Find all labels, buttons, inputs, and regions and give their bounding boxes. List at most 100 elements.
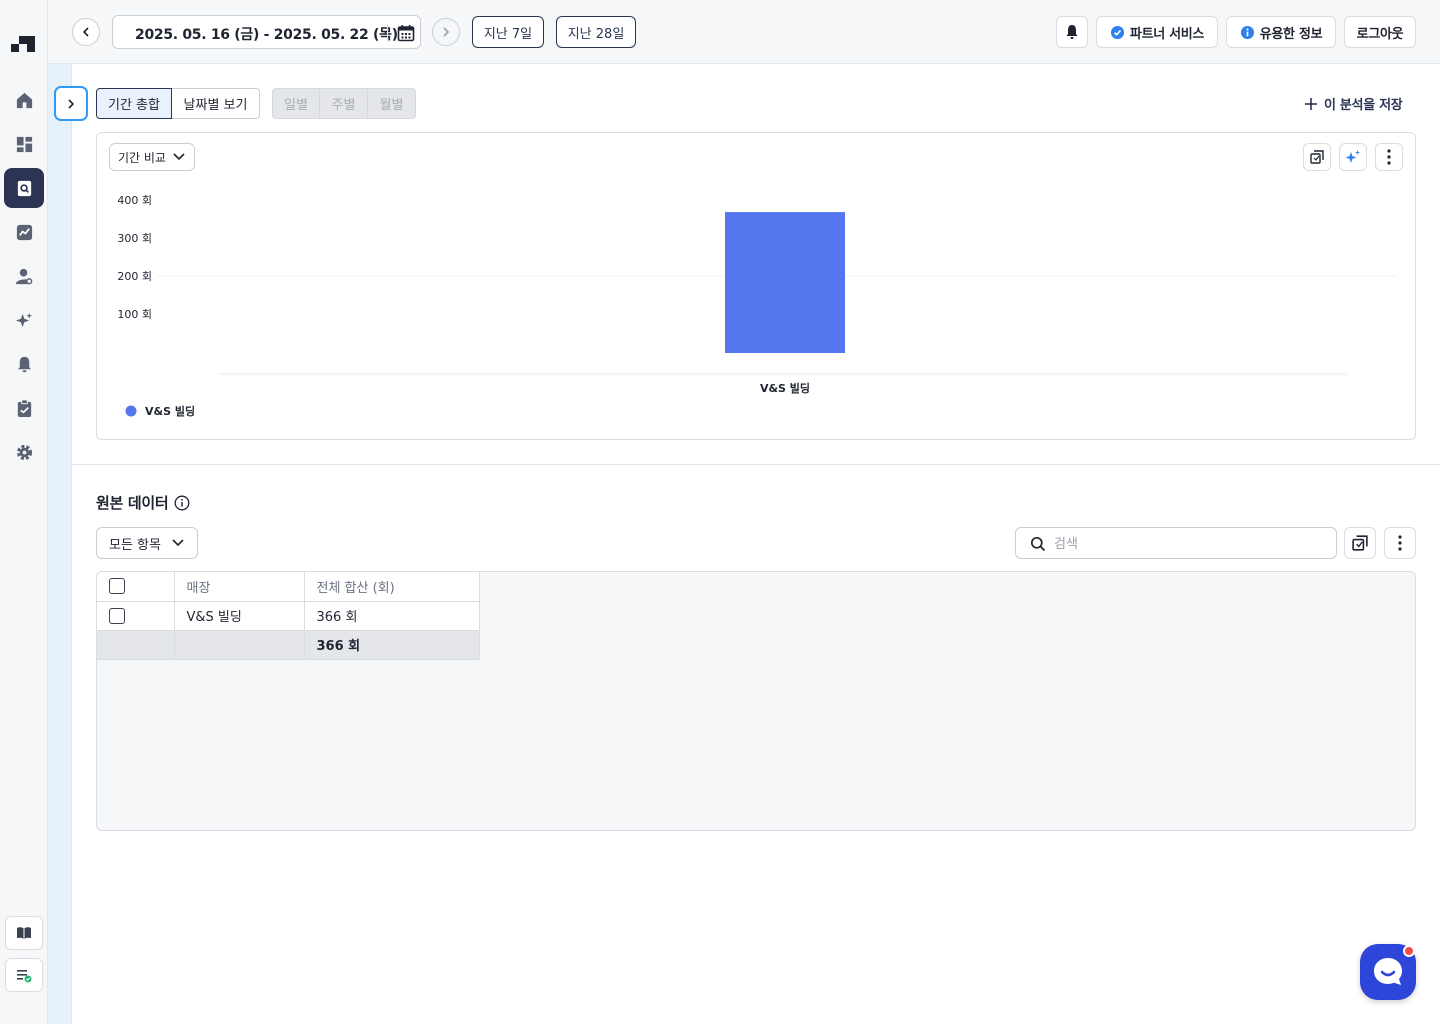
total-empty-cell [174, 630, 305, 660]
copy-icon [1352, 535, 1368, 551]
logo-icon[interactable] [11, 34, 37, 54]
nav-home[interactable] [4, 80, 44, 120]
chevron-left-icon [82, 27, 89, 37]
view-mode-tabs: 기간 총합 날짜별 보기 [96, 88, 260, 119]
copy-table-button[interactable] [1344, 527, 1376, 559]
nav-visitors[interactable] [4, 256, 44, 296]
useful-info-button[interactable]: 유용한 정보 [1226, 16, 1336, 48]
chart-card: 400 회 300 회 200 회 100 회 V&S 빌딩 V&S 빌딩 기간 비교 [96, 132, 1416, 440]
cell-total: 366 회 [304, 601, 480, 631]
tab-period-total[interactable]: 기간 총합 [96, 88, 172, 119]
date-range-text: 2025. 05. 16 (금) - 2025. 05. 22 (목) [135, 27, 398, 43]
next-period-button[interactable] [432, 18, 460, 46]
search-input[interactable] [1054, 534, 1324, 554]
prev-period-button[interactable] [72, 18, 100, 46]
chevron-down-icon [173, 153, 185, 161]
y-tick-label: 300 회 [117, 232, 152, 245]
nav-tasks[interactable] [4, 388, 44, 428]
raw-data-table-container: 매장 전체 합산 (회) V&S 빌딩 366 회 366 회 [96, 571, 1416, 831]
y-tick-label: 200 회 [117, 270, 152, 283]
tab-monthly[interactable]: 월별 [368, 88, 416, 119]
x-tick-label: V&S 빌딩 [760, 381, 810, 395]
notifications-button[interactable] [1056, 16, 1088, 48]
book-icon [17, 927, 31, 939]
nav-trends[interactable] [4, 212, 44, 252]
nav-dashboard[interactable] [4, 124, 44, 164]
table-row: V&S 빌딩 366 회 [97, 601, 480, 631]
nav-analysis[interactable] [4, 168, 44, 208]
nav-settings[interactable] [4, 432, 44, 472]
date-range-picker[interactable]: 2025. 05. 16 (금) - 2025. 05. 22 (목) [112, 15, 421, 49]
expand-panel-button[interactable] [54, 86, 88, 121]
cell-grand-total: 366 회 [304, 630, 480, 660]
cell-store: V&S 빌딩 [174, 601, 305, 631]
gear-icon [16, 444, 32, 460]
last-7-days-button[interactable]: 지난 7일 [472, 16, 544, 48]
legend-label: V&S 빌딩 [145, 404, 195, 418]
info-icon [1240, 25, 1254, 39]
chevron-down-icon [172, 539, 184, 547]
table-total-row: 366 회 [97, 630, 480, 660]
tab-by-date[interactable]: 날짜별 보기 [172, 88, 260, 119]
tab-daily[interactable]: 일별 [272, 88, 320, 119]
select-all-checkbox[interactable] [109, 578, 125, 595]
copy-chart-button[interactable] [1303, 143, 1331, 171]
more-vertical-icon [1398, 535, 1402, 551]
y-tick-label: 100 회 [117, 308, 152, 321]
calendar-icon[interactable] [397, 24, 415, 42]
column-header-store[interactable]: 매장 [174, 572, 305, 602]
sparkle-icon [15, 312, 32, 327]
copy-icon [1310, 150, 1324, 164]
date-divider [387, 24, 388, 42]
bar-mark [725, 212, 845, 353]
collapsed-panel-strip [48, 64, 72, 1024]
column-header-total[interactable]: 전체 합산 (회) [304, 572, 480, 602]
table-more-button[interactable] [1384, 527, 1416, 559]
chat-notification-dot [1403, 945, 1415, 957]
checklist-button[interactable] [5, 958, 43, 992]
last-28-days-button[interactable]: 지난 28일 [556, 16, 636, 48]
row-select-cell [97, 601, 175, 631]
search-report-icon [17, 180, 31, 196]
ai-insight-button[interactable] [1339, 143, 1367, 171]
trend-chart-icon [16, 224, 32, 240]
search-icon [1030, 536, 1046, 552]
verified-badge-icon [1110, 25, 1124, 39]
dashboard-icon [16, 136, 32, 152]
bar-chart: 400 회 300 회 200 회 100 회 V&S 빌딩 V&S 빌딩 [117, 194, 1397, 418]
clipboard-icon [17, 398, 31, 417]
table-header-row: 매장 전체 합산 (회) [97, 572, 480, 602]
select-all-cell [97, 572, 175, 602]
top-bar: 2025. 05. 16 (금) - 2025. 05. 22 (목) 지난 7… [48, 0, 1440, 64]
raw-data-table: 매장 전체 합산 (회) V&S 빌딩 366 회 366 회 [97, 572, 480, 660]
all-items-label: 모든 항목 [109, 537, 161, 553]
row-checkbox[interactable] [109, 607, 125, 624]
bell-icon [1066, 25, 1078, 39]
total-empty-cell [97, 630, 175, 660]
tab-weekly[interactable]: 주별 [320, 88, 368, 119]
nav-alerts[interactable] [4, 344, 44, 384]
raw-data-title: 원본 데이터 [96, 494, 169, 512]
search-box [1015, 527, 1337, 559]
nav-ai[interactable] [4, 300, 44, 340]
info-outline-icon[interactable] [174, 495, 190, 511]
bell-icon [17, 356, 31, 372]
logout-button[interactable]: 로그아웃 [1344, 16, 1416, 48]
y-tick-label: 400 회 [117, 194, 152, 207]
guide-button[interactable] [5, 916, 43, 950]
granularity-tabs: 일별 주별 월별 [272, 88, 416, 119]
sparkle-icon [1345, 150, 1360, 163]
plus-icon [1305, 97, 1317, 110]
user-search-icon [15, 268, 32, 284]
save-analysis-button[interactable]: 이 분석을 저장 [1304, 94, 1403, 113]
more-vertical-icon [1387, 149, 1391, 165]
partner-service-button[interactable]: 파트너 서비스 [1096, 16, 1218, 48]
useful-info-label: 유용한 정보 [1259, 26, 1323, 42]
chevron-right-icon [68, 98, 75, 109]
all-items-dropdown[interactable]: 모든 항목 [96, 527, 198, 559]
checklist-icon [17, 970, 32, 983]
period-compare-dropdown[interactable]: 기간 비교 [109, 143, 195, 171]
chart-more-button[interactable] [1375, 143, 1403, 171]
section-divider [72, 464, 1440, 465]
partner-service-label: 파트너 서비스 [1129, 26, 1205, 42]
